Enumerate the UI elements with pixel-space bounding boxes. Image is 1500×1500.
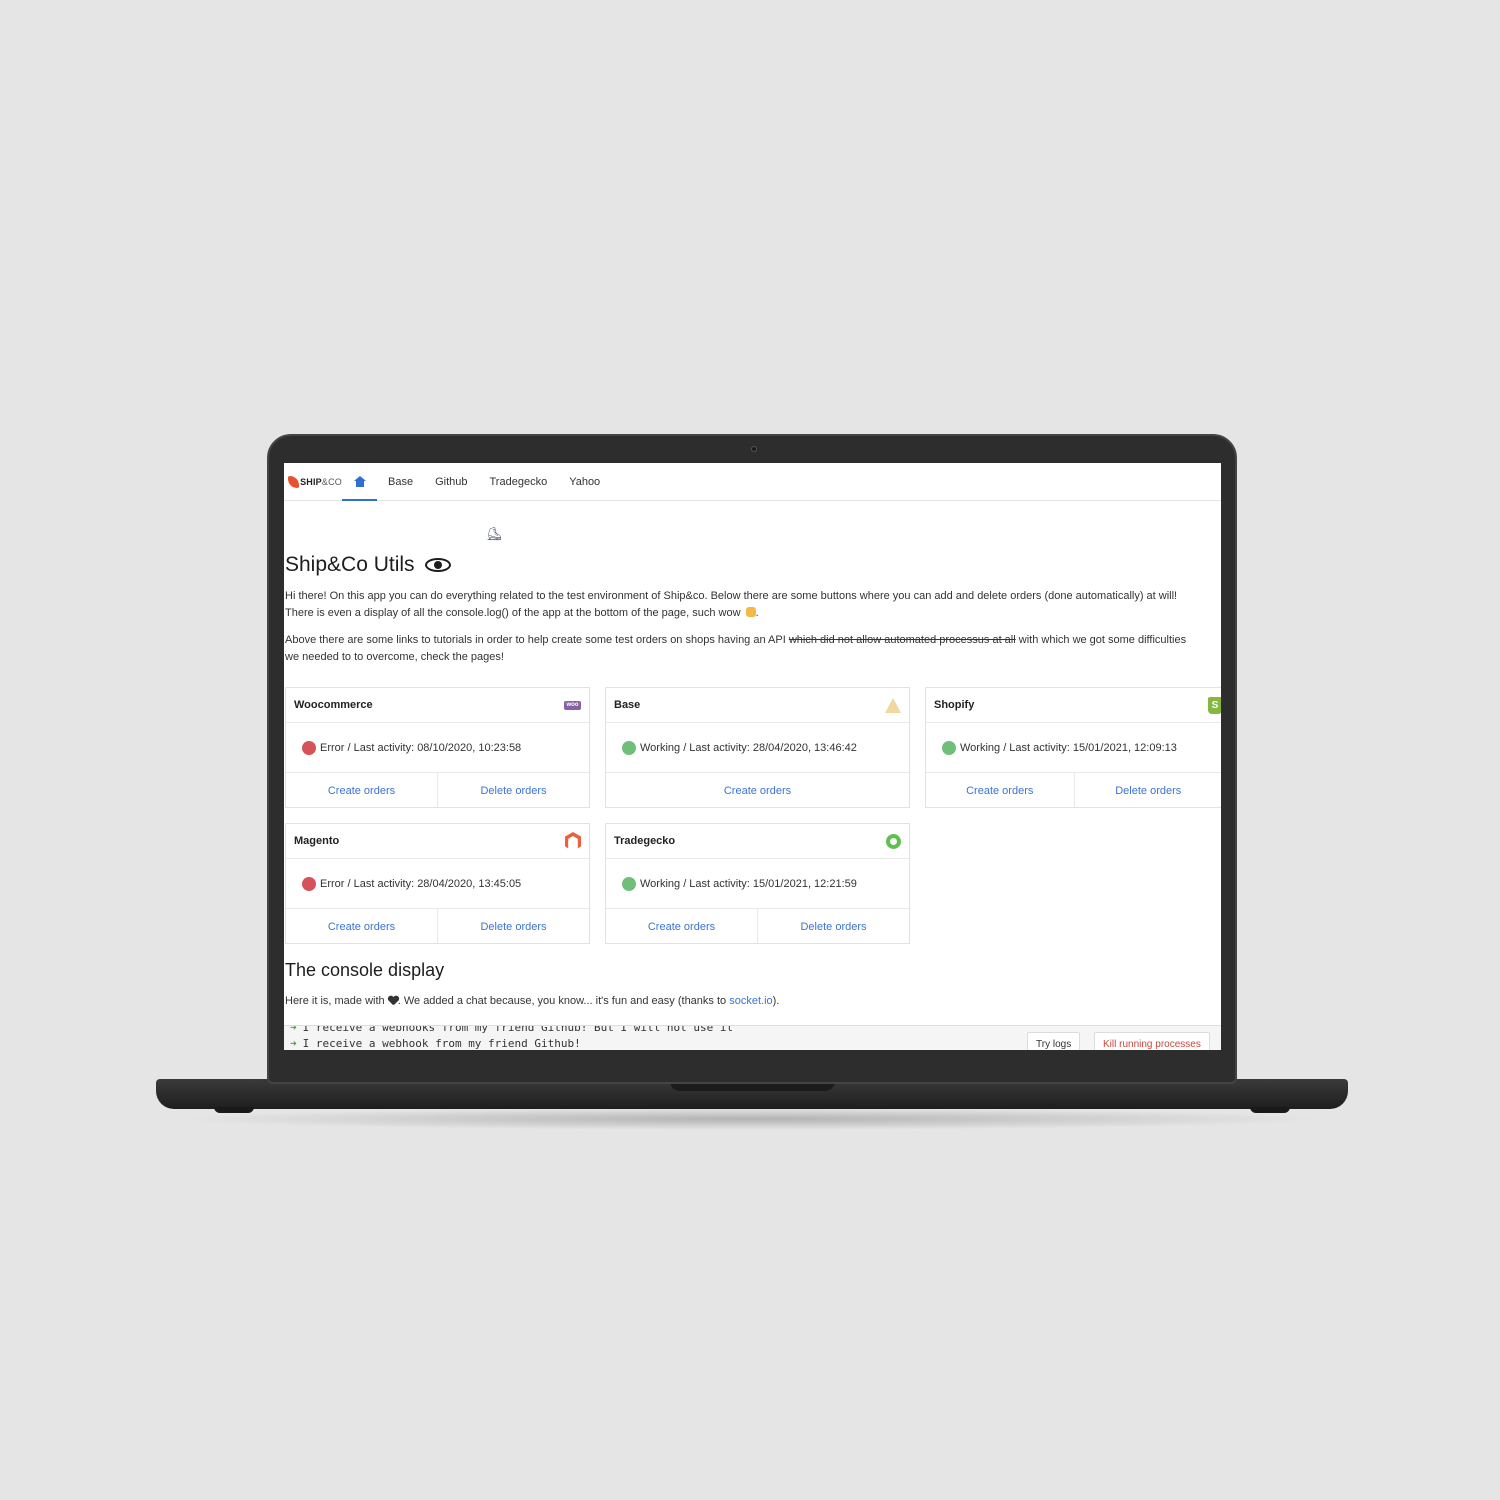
cat-emoji-icon — [745, 607, 756, 617]
card-actions: Create orders Delete orders — [606, 909, 909, 944]
card-header: Magento — [286, 824, 589, 859]
kill-processes-button[interactable]: Kill running processes — [1094, 1032, 1210, 1050]
shopify-icon: S — [1208, 696, 1221, 714]
create-orders-button[interactable]: Create orders — [606, 773, 909, 808]
page-title: Ship&Co Utils — [285, 553, 1221, 577]
socketio-link[interactable]: socket.io — [729, 995, 772, 1007]
laptop-foot-left — [214, 1107, 254, 1113]
heart-icon — [388, 996, 398, 1005]
delete-orders-button[interactable]: Delete orders — [437, 909, 589, 944]
laptop-foot-right — [1250, 1107, 1290, 1113]
card-header: Woocommerce woo — [286, 688, 589, 723]
shipandco-logo[interactable]: SHIP&CO — [284, 463, 342, 500]
nav-github[interactable]: Github — [424, 463, 478, 500]
status-working-dot — [622, 876, 636, 891]
status-error-dot — [302, 876, 316, 891]
home-icon — [353, 476, 366, 487]
intro-text-2: Above there are some links to tutorials … — [285, 634, 1187, 663]
card-status: Working / Last activity: 15/01/2021, 12:… — [606, 859, 909, 909]
rocket-icon — [288, 475, 300, 488]
console-title: The console display — [285, 960, 445, 980]
status-text: Working / Last activity: 15/01/2021, 12:… — [640, 877, 857, 890]
status-text: Error / Last activity: 08/10/2020, 10:23… — [320, 741, 522, 754]
delete-orders-button[interactable]: Delete orders — [757, 909, 909, 944]
magento-icon — [565, 832, 581, 849]
console-panel[interactable]: ➜ I receive a webhooks from my friend Git… — [284, 1025, 1221, 1050]
shop-card-magento: Magento Error / Last activity: 28/04/202… — [285, 823, 590, 944]
card-title: Magento — [294, 835, 340, 847]
nav-home[interactable] — [342, 463, 377, 501]
status-text: Working / Last activity: 28/04/2020, 13:… — [640, 741, 857, 754]
card-actions: Create orders Delete orders — [286, 773, 589, 808]
create-orders-button[interactable]: Create orders — [606, 909, 757, 944]
create-orders-button[interactable]: Create orders — [286, 909, 437, 944]
card-actions: Create orders Delete orders — [926, 773, 1221, 808]
card-status: Working / Last activity: 15/01/2021, 12:… — [926, 723, 1221, 773]
create-orders-button[interactable]: Create orders — [286, 773, 437, 808]
console-line: ➜ I receive a webhooks from my friend Git… — [290, 1025, 733, 1034]
nav-base[interactable]: Base — [377, 463, 424, 500]
intro-text: Hi there! On this app you can do everyth… — [285, 590, 1178, 619]
nav-yahoo[interactable]: Yahoo — [558, 463, 611, 500]
arrow-icon: ➜ — [290, 1037, 297, 1050]
delete-orders-button[interactable]: Delete orders — [1073, 773, 1222, 808]
shop-card-tradegecko: Tradegecko Working / Last activity: 15/0… — [605, 823, 910, 944]
status-text: Error / Last activity: 28/04/2020, 13:45… — [320, 877, 522, 890]
delete-orders-button[interactable]: Delete orders — [437, 773, 589, 808]
card-header: Base — [606, 688, 909, 723]
eye-icon — [424, 558, 451, 572]
nav-tradegecko[interactable]: Tradegecko — [479, 463, 559, 500]
try-logs-button[interactable]: Try logs — [1027, 1032, 1081, 1050]
card-title: Tradegecko — [614, 835, 676, 847]
card-status: Error / Last activity: 08/10/2020, 10:23… — [286, 723, 589, 773]
card-title: Shopify — [934, 699, 975, 711]
tradegecko-icon — [886, 833, 901, 849]
browser-screen: SHIP&CO Base Github Tradegecko Yahoo ⛸ S… — [284, 463, 1221, 1050]
status-error-dot — [302, 740, 316, 755]
card-title: Woocommerce — [294, 699, 373, 711]
woocommerce-icon: woo — [564, 700, 581, 710]
card-status: Working / Last activity: 28/04/2020, 13:… — [606, 723, 909, 773]
main-content: Ship&Co Utils Hi there! On this app you … — [285, 553, 1221, 944]
shop-card-woocommerce: Woocommerce woo Error / Last activity: 0… — [285, 687, 590, 808]
witch-hat-icon: ⛸ — [486, 526, 503, 541]
top-nav: SHIP&CO Base Github Tradegecko Yahoo — [284, 463, 1221, 501]
logo-text: SHIP&CO — [300, 476, 342, 487]
arrow-icon: ➜ — [290, 1025, 297, 1034]
card-title: Base — [614, 699, 641, 711]
status-text: Working / Last activity: 15/01/2021, 12:… — [960, 741, 1177, 754]
card-actions: Create orders Delete orders — [286, 909, 589, 944]
console-description: Here it is, made with . We added a chat … — [285, 995, 780, 1007]
status-working-dot — [622, 740, 636, 755]
laptop-shadow — [175, 1108, 1325, 1130]
card-header: Shopify S — [926, 688, 1221, 723]
card-header: Tradegecko — [606, 824, 909, 859]
card-actions: Create orders — [606, 773, 909, 808]
create-orders-button[interactable]: Create orders — [926, 773, 1074, 808]
shop-card-shopify: Shopify S Working / Last activity: 15/01… — [925, 687, 1221, 808]
card-status: Error / Last activity: 28/04/2020, 13:45… — [286, 859, 589, 909]
camera-icon — [751, 446, 757, 452]
base-icon — [885, 697, 901, 713]
console-line: ➜ I receive a webhook from my friend Gith… — [290, 1037, 581, 1050]
shop-card-base: Base Working / Last activity: 28/04/2020… — [605, 687, 910, 808]
status-working-dot — [942, 740, 956, 755]
